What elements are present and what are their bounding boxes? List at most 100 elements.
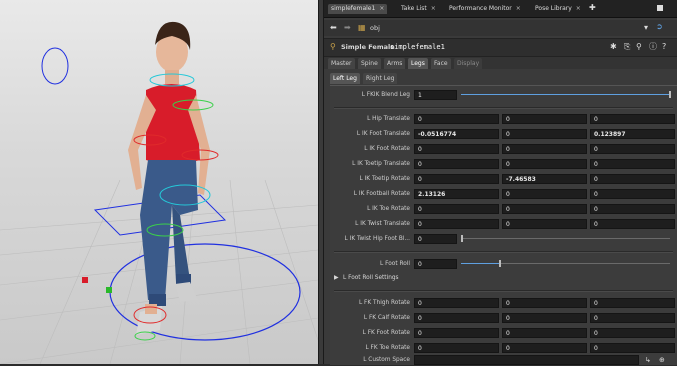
param-ik-twist-translate: L IK Twist Translate 0 0 0: [330, 218, 677, 230]
value-y-field[interactable]: 0: [502, 114, 587, 124]
gear-icon[interactable]: ✱: [610, 43, 617, 51]
value-z-field[interactable]: 0: [590, 219, 675, 229]
character-model: [128, 21, 210, 335]
value-z-field[interactable]: 0: [590, 298, 675, 308]
maximize-icon[interactable]: [657, 5, 663, 11]
value-x-field[interactable]: 0: [414, 328, 499, 338]
tab-legs[interactable]: Legs: [408, 58, 428, 69]
slider-handle[interactable]: [461, 235, 463, 242]
slider-handle[interactable]: [669, 91, 671, 98]
param-label: L Custom Space: [363, 357, 410, 363]
value-x-field[interactable]: 0: [414, 174, 499, 184]
close-icon[interactable]: ×: [576, 5, 581, 12]
param-label: L Foot Roll: [380, 261, 410, 267]
param-ik-twist-hip-foot-blend: L IK Twist Hip Foot Bl... 0: [330, 233, 677, 245]
parameter-panel: simplefemale1 × Take List × Performance Mo…: [324, 0, 677, 365]
value-x-field[interactable]: 2.13126: [414, 189, 499, 199]
value-y-field[interactable]: 0: [502, 298, 587, 308]
value-y-field[interactable]: 0: [502, 159, 587, 169]
slider-fill: [461, 263, 499, 264]
path-bar: ⬅ ➡ ▦ obj ▾ ➲: [324, 20, 677, 36]
tab-display[interactable]: Display: [454, 58, 483, 69]
close-icon[interactable]: ×: [431, 5, 436, 12]
tab-spine[interactable]: Spine: [358, 58, 381, 69]
path-context[interactable]: obj: [370, 24, 380, 32]
value-y-field[interactable]: 0: [502, 219, 587, 229]
close-icon[interactable]: ×: [516, 5, 521, 12]
param-label: L IK Toetip Translate: [352, 161, 410, 167]
close-icon[interactable]: ×: [379, 5, 384, 12]
value-x-field[interactable]: 0: [414, 343, 499, 353]
tab-take-list[interactable]: Take List ×: [398, 4, 439, 14]
value-y-field[interactable]: 0: [502, 328, 587, 338]
param-label: L FKIK Blend Leg: [361, 92, 410, 98]
obj-context-icon: ▦: [358, 23, 366, 32]
node-name-field[interactable]: simplefemale1: [390, 43, 445, 51]
twist-blend-slider[interactable]: [461, 238, 670, 239]
tab-pose-library[interactable]: Pose Library ×: [532, 4, 584, 14]
node-chooser-icon[interactable]: ⊕: [659, 356, 665, 364]
value-z-field[interactable]: 0: [590, 204, 675, 214]
param-ik-toetip-translate: L IK Toetip Translate 0 0 0: [330, 158, 677, 170]
tab-performance-monitor[interactable]: Performance Monitor ×: [446, 4, 524, 14]
value-z-field[interactable]: 0: [590, 313, 675, 323]
value-x-field[interactable]: 0: [414, 114, 499, 124]
tab-right-leg[interactable]: Right Leg: [363, 73, 398, 84]
value-z-field[interactable]: 0: [590, 144, 675, 154]
head-control-circle: [41, 47, 69, 85]
value-y-field[interactable]: 0: [502, 129, 587, 139]
node-type-label: Simple Female: [341, 43, 395, 51]
back-arrow-icon[interactable]: ⬅: [330, 24, 337, 32]
param-label: L FK Thigh Rotate: [358, 300, 410, 306]
value-y-field[interactable]: 0: [502, 343, 587, 353]
value-x-field[interactable]: 0: [414, 313, 499, 323]
forward-arrow-icon[interactable]: ➡: [344, 24, 351, 32]
value-z-field[interactable]: 0.123897: [590, 129, 675, 139]
value-y-field[interactable]: 0: [502, 144, 587, 154]
param-foot-roll: L Foot Roll 0: [330, 258, 677, 270]
help-icon[interactable]: ?: [662, 43, 666, 51]
param-label: L IK Toe Rotate: [367, 206, 410, 212]
value-y-field[interactable]: 0: [502, 204, 587, 214]
value-y-field[interactable]: -7.46583: [502, 174, 587, 184]
viewport-scene: [0, 21, 318, 364]
chevron-down-icon[interactable]: ▾: [644, 24, 648, 32]
value-z-field[interactable]: 0: [590, 114, 675, 124]
green-locator-cube: [106, 287, 112, 293]
fkik-blend-field[interactable]: 1: [414, 90, 457, 100]
value-y-field[interactable]: 0: [502, 189, 587, 199]
param-label: L FK Calf Rotate: [363, 315, 410, 321]
tab-simplefemale1[interactable]: simplefemale1 ×: [328, 4, 388, 14]
value-z-field[interactable]: 0: [590, 189, 675, 199]
value-x-field[interactable]: 0: [414, 204, 499, 214]
tab-arms[interactable]: Arms: [384, 58, 406, 69]
tab-master[interactable]: Master: [328, 58, 355, 69]
pin-icon[interactable]: ➲: [656, 23, 663, 31]
value-x-field[interactable]: 0: [414, 298, 499, 308]
info-icon[interactable]: ⓘ: [649, 43, 657, 51]
pane-tab-bar: simplefemale1 × Take List × Performance Mo…: [324, 0, 677, 18]
add-tab-icon[interactable]: ✚: [589, 4, 596, 12]
value-y-field[interactable]: 0: [502, 313, 587, 323]
chevron-right-icon[interactable]: ▶: [334, 272, 339, 284]
search-icon[interactable]: ⚲: [636, 43, 642, 51]
value-x-field[interactable]: 0: [414, 219, 499, 229]
value-z-field[interactable]: 0: [590, 328, 675, 338]
arrow-jump-icon[interactable]: ↳: [645, 356, 651, 364]
foot-roll-settings-folder[interactable]: ▶ L Foot Roll Settings: [330, 272, 677, 284]
param-ik-football-rotate: L IK Football Rotate 2.13126 0 0: [330, 188, 677, 200]
foot-roll-field[interactable]: 0: [414, 259, 457, 269]
value-z-field[interactable]: 0: [590, 174, 675, 184]
tab-left-leg[interactable]: Left Leg: [330, 73, 360, 84]
twist-blend-field[interactable]: 0: [414, 234, 457, 244]
value-z-field[interactable]: 0: [590, 343, 675, 353]
help-book-icon[interactable]: ⎘: [624, 43, 630, 51]
value-x-field[interactable]: -0.0516774: [414, 129, 499, 139]
param-label: L Hip Translate: [367, 116, 410, 122]
value-x-field[interactable]: 0: [414, 144, 499, 154]
viewport-3d[interactable]: [0, 0, 318, 364]
value-z-field[interactable]: 0: [590, 159, 675, 169]
slider-handle[interactable]: [499, 260, 501, 267]
value-x-field[interactable]: 0: [414, 159, 499, 169]
tab-face[interactable]: Face: [431, 58, 451, 69]
